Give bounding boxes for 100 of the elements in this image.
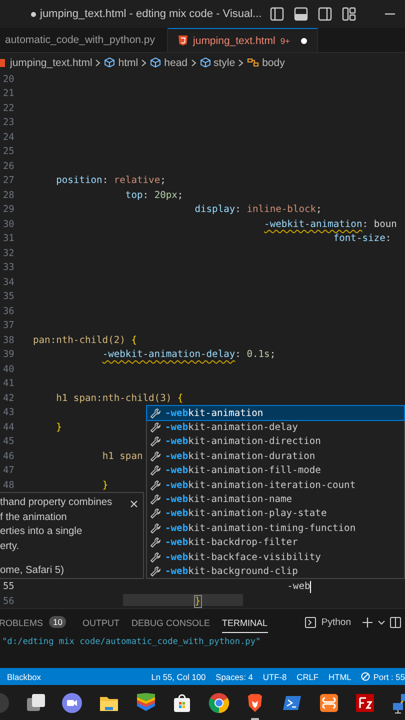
code-line: } [56, 422, 62, 433]
suggestion-item[interactable]: -webkit-animation-timing-function [147, 521, 404, 536]
wrench-icon [150, 537, 161, 548]
line-number: 40 [2, 364, 16, 375]
line-number: 20 [2, 74, 16, 85]
code-line: h1 span [102, 450, 143, 462]
plus-icon[interactable] [362, 616, 373, 628]
wrench-icon [150, 422, 161, 434]
status-item[interactable]: Blackbox [7, 672, 41, 682]
layout-icon[interactable] [342, 7, 356, 21]
wrench-icon [150, 450, 161, 462]
code-line: position: relative; [56, 175, 166, 186]
cube-icon [200, 57, 210, 68]
terminal-icon [305, 616, 316, 628]
suggestion-item[interactable]: -webkit-backface-visibility [147, 550, 404, 564]
secondary-sidebar-icon[interactable] [318, 7, 332, 21]
suggestion-item[interactable]: -webkit-animation-direction [147, 434, 404, 450]
status-item[interactable]: CRLF [296, 672, 319, 682]
code-line: font-size: [333, 233, 392, 244]
description-text: thand property combines f the animation erties into a single erty. [0, 496, 112, 554]
editor-tab[interactable]: jumping_text.html 9+ [168, 28, 318, 52]
breadcrumb-item[interactable]: jumping_text.html [10, 56, 92, 68]
status-item[interactable]: Port : 55 [373, 672, 405, 682]
line-number: 45 [2, 436, 16, 448]
line-number: 46 [2, 450, 16, 462]
status-item[interactable]: HTML [328, 672, 352, 682]
layers-icon[interactable] [134, 692, 157, 714]
windows-icon[interactable] [24, 692, 47, 714]
window-title: jumping_text.html - edting mix code - Visual... [40, 8, 262, 20]
chevron-icon [190, 58, 196, 66]
line-number: 29 [2, 204, 16, 216]
knot-icon[interactable] [318, 692, 340, 714]
chevron-icon [141, 58, 148, 66]
line-number: 42 [2, 392, 16, 404]
code-line: display: inline-block; [194, 204, 322, 216]
symbol-icon [247, 57, 260, 68]
cube-icon [104, 57, 116, 68]
chevron-icon [238, 58, 244, 66]
breadcrumb-item[interactable]: html [118, 56, 138, 68]
line-number: 39 [2, 349, 16, 360]
video-chat-icon[interactable] [61, 692, 84, 714]
suggestion-item[interactable]: -webkit-animation-delay [147, 420, 404, 435]
breadcrumb-item[interactable]: body [262, 56, 285, 68]
suggestion-item[interactable]: -webkit-animation-iteration-count [147, 478, 404, 492]
count-badge: 10 [49, 616, 66, 628]
line-number: 47 [2, 465, 16, 476]
code-line: pan:nth-child(2) { [33, 334, 137, 346]
panel-tab[interactable]: ROBLEMS [0, 612, 44, 632]
code-line: } [102, 480, 108, 491]
code-line: h1 span:nth-child(3) { [56, 392, 184, 404]
wrench-icon [150, 552, 161, 563]
text-cursor [310, 580, 312, 593]
status-item[interactable]: Ln 55, Col 100 [151, 672, 206, 682]
line-number: 55 [2, 581, 16, 592]
suggestion-item[interactable]: -webkit-animation-duration [147, 449, 404, 464]
wrench-icon [150, 494, 161, 506]
status-item[interactable]: Spaces: 4 [216, 672, 253, 682]
browser-icon[interactable] [208, 692, 230, 714]
wrench-icon [150, 408, 161, 419]
terminal-line: "d:/edting mix code/automatic_code_with_python.py" [2, 637, 262, 647]
status-item[interactable]: UTF-8 [262, 672, 287, 682]
browser-note: ome, Safari 5) [0, 565, 65, 576]
panel-tab[interactable]: DEBUG CONSOLE [131, 612, 210, 632]
line-number: 32 [2, 248, 16, 259]
line-number: 43 [2, 407, 16, 418]
code-line: } [194, 596, 201, 607]
split-icon[interactable] [390, 616, 401, 628]
line-number: 41 [2, 378, 16, 390]
line-number: 33 [2, 262, 16, 274]
terminal-profile[interactable]: Python [321, 616, 351, 628]
chevron-icon [95, 58, 102, 66]
suggestion-item[interactable]: -webkit-background-clip [147, 564, 404, 579]
code-line: -web [287, 581, 310, 592]
panel-tab[interactable]: TERMINAL [222, 612, 268, 632]
cube-icon [150, 57, 162, 68]
unsaved-dot [301, 38, 308, 44]
wrench-icon [150, 480, 161, 491]
line-number: 38 [2, 334, 16, 346]
line-number: 36 [2, 306, 16, 317]
chevron-down-icon[interactable] [378, 620, 385, 624]
breadcrumb-item[interactable]: head [164, 56, 188, 68]
suggestion-item[interactable]: -webkit-backdrop-filter [147, 536, 404, 550]
sidebar-toggle-icon[interactable] [270, 7, 284, 21]
line-number: 22 [2, 102, 16, 114]
panel-toggle-icon[interactable] [294, 7, 308, 21]
scrollbar[interactable] [123, 594, 243, 606]
breadcrumb-item[interactable]: style [214, 56, 236, 68]
line-number: 21 [2, 88, 16, 100]
wrench-icon [150, 465, 161, 476]
suggestion-item[interactable]: -webkit-animation [147, 406, 404, 420]
suggestion-item[interactable]: -webkit-animation-fill-mode [147, 464, 404, 478]
panel-tab[interactable]: OUTPUT [82, 612, 120, 632]
suggestion-item[interactable]: -webkit-animation-name [147, 492, 404, 507]
code-line: top: 20px; [125, 190, 184, 201]
line-number: 25 [2, 146, 16, 158]
line-number: 44 [2, 422, 16, 433]
line-number: 27 [2, 175, 16, 186]
line-number: 37 [2, 320, 16, 332]
suggestion-item[interactable]: -webkit-animation-play-state [147, 506, 404, 522]
wrench-icon [150, 436, 161, 448]
